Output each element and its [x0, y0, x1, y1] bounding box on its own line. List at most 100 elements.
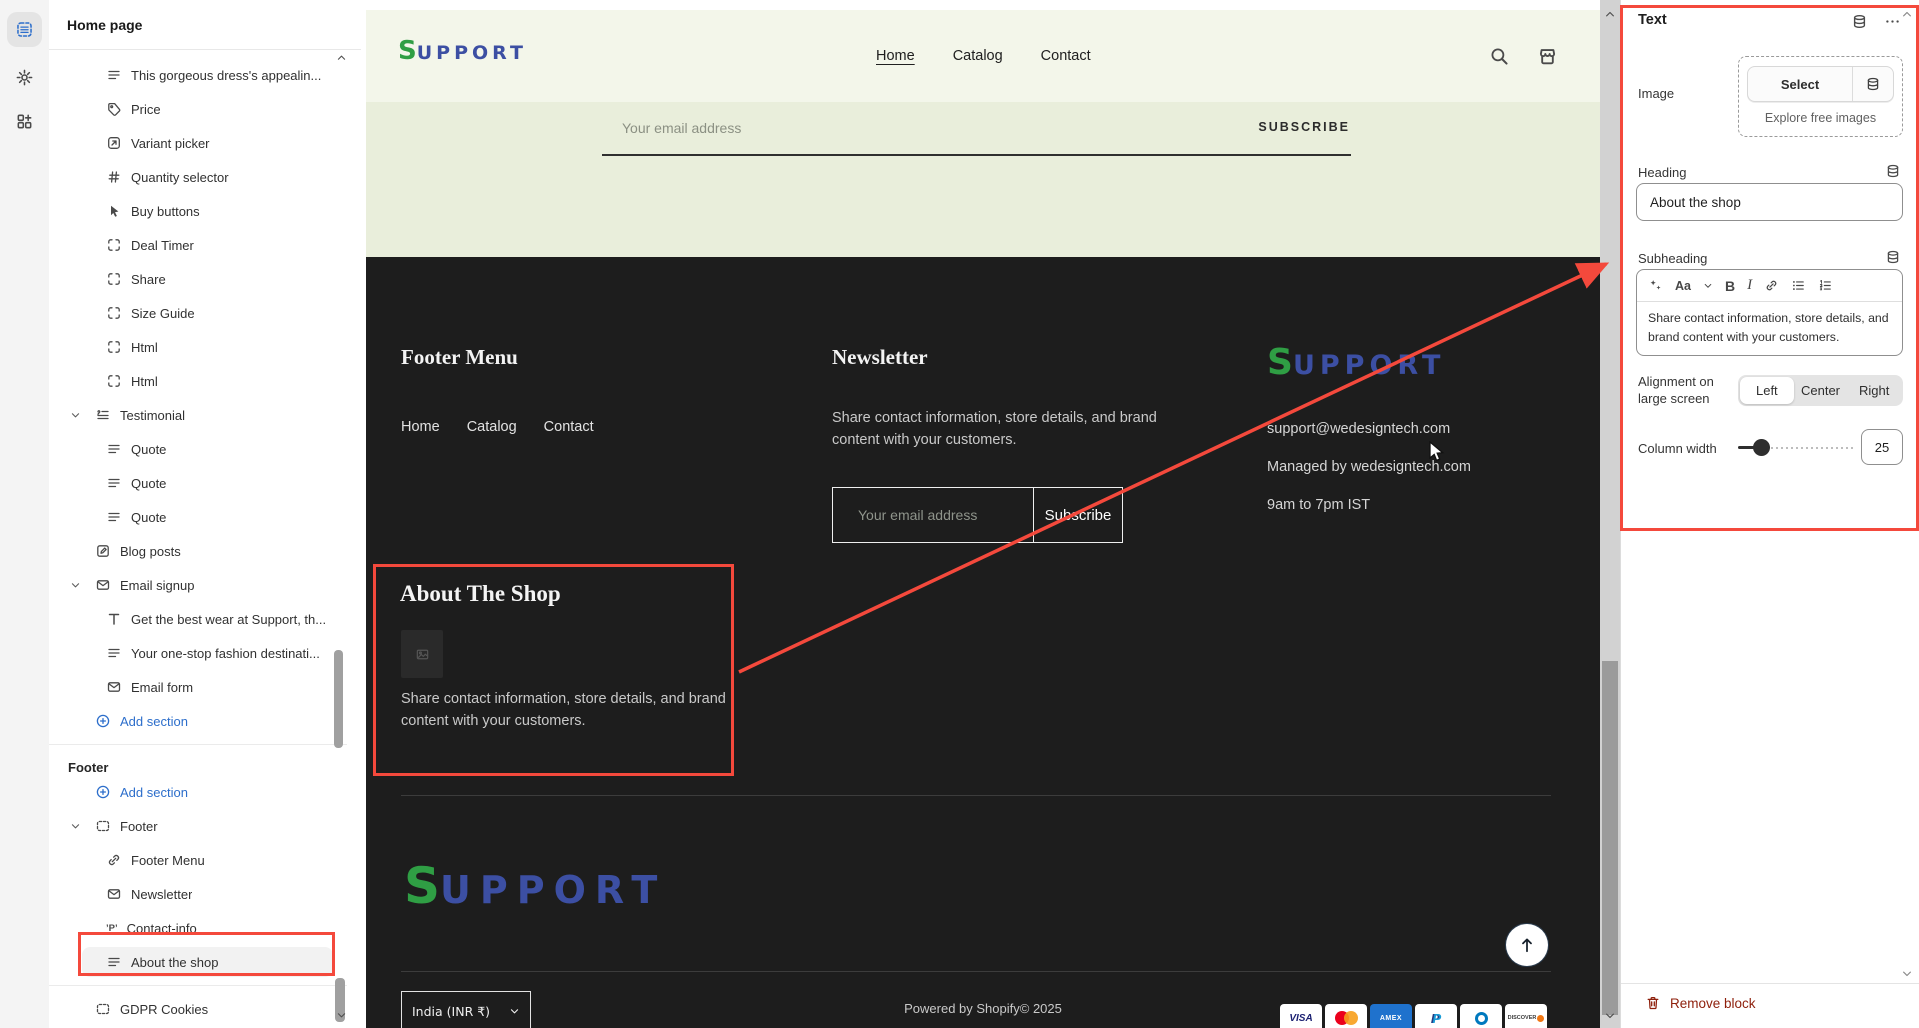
bold-button[interactable]: B: [1725, 278, 1735, 294]
magic-icon[interactable]: [1648, 278, 1663, 293]
image-select-button[interactable]: Select: [1747, 66, 1894, 102]
image-picker: Select Explore free images: [1738, 56, 1903, 137]
nav-link-home[interactable]: Home: [876, 48, 915, 64]
preview-scroll-down-icon[interactable]: [1604, 1010, 1616, 1022]
numbered-list-icon[interactable]: [1818, 278, 1833, 293]
sidebar-item-this-gorgeous-dress-s-appeal[interactable]: This gorgeous dress's appealin...: [49, 58, 347, 92]
search-icon[interactable]: [1488, 45, 1510, 67]
newsletter-bar: Your email address SUBSCRIBE: [366, 102, 1600, 257]
settings-icon[interactable]: [7, 60, 42, 95]
sidebar-divider: [49, 738, 347, 745]
sidebar-item-deal-timer[interactable]: Deal Timer: [49, 228, 347, 262]
sidebar-item-html[interactable]: Html: [49, 330, 347, 364]
sidebar-item-buy-buttons[interactable]: Buy buttons: [49, 194, 347, 228]
chevron-down-icon[interactable]: [70, 410, 81, 421]
sidebar-item-get-the-best-wear-at-support[interactable]: Get the best wear at Support, th...: [49, 602, 347, 636]
footer-newsletter-heading: Newsletter: [832, 345, 928, 370]
sidebar-item-blog-posts[interactable]: Blog posts: [49, 534, 347, 568]
nav-link-contact[interactable]: Contact: [1041, 48, 1091, 64]
sidebar-item-quote[interactable]: Quote: [49, 500, 347, 534]
sections-icon[interactable]: [7, 12, 42, 47]
sidebar-item-size-guide[interactable]: Size Guide: [49, 296, 347, 330]
footer-divider: [401, 795, 1551, 796]
sidebar-item-newsletter[interactable]: Newsletter: [49, 877, 347, 911]
link-icon[interactable]: [1764, 278, 1779, 293]
column-width-value[interactable]: 25: [1861, 429, 1903, 465]
chevron-down-icon[interactable]: [1703, 281, 1713, 291]
footer-link-catalog[interactable]: Catalog: [467, 419, 517, 435]
country-selector[interactable]: India (INR ₹): [401, 991, 531, 1028]
alignment-option-center[interactable]: Center: [1794, 377, 1848, 404]
column-width-slider[interactable]: [1738, 437, 1853, 457]
scroll-to-top-button[interactable]: [1506, 924, 1548, 966]
sidebar-scroll-down-icon[interactable]: [336, 1010, 347, 1021]
link-icon: [106, 852, 122, 868]
sidebar-item-contact-info[interactable]: ’P’Contact-info: [49, 911, 347, 945]
panel-scroll-up-icon[interactable]: [1901, 8, 1913, 20]
payment-paypal-icon: PP: [1415, 1004, 1457, 1028]
heading-input[interactable]: About the shop: [1636, 183, 1903, 221]
sidebar-item-email-signup[interactable]: Email signup: [49, 568, 347, 602]
sidebar-item-add-section[interactable]: Add section: [49, 775, 347, 809]
about-text: Share contact information, store details…: [401, 688, 746, 733]
shop-icon[interactable]: [1536, 45, 1559, 68]
italic-button[interactable]: I: [1747, 277, 1752, 294]
trash-icon: [1645, 995, 1661, 1011]
sidebar-item-footer-menu[interactable]: Footer Menu: [49, 843, 347, 877]
nav-link-catalog[interactable]: Catalog: [953, 48, 1003, 64]
chevron-down-icon[interactable]: [70, 580, 81, 591]
store-logo[interactable]: SUPPORT: [398, 36, 527, 66]
footer-subscribe-button[interactable]: Subscribe: [1033, 488, 1122, 542]
sidebar-item-add-section[interactable]: Add section: [49, 704, 347, 738]
sidebar-item-gdpr-cookies[interactable]: GDPR Cookies: [49, 992, 347, 1026]
apps-icon[interactable]: [7, 104, 42, 139]
more-options-icon[interactable]: [1884, 13, 1901, 30]
envelope-icon: [106, 886, 122, 902]
text-style-dropdown[interactable]: Aa: [1675, 279, 1691, 293]
subheading-input[interactable]: Share contact information, store details…: [1637, 302, 1904, 347]
sidebar-item-variant-picker[interactable]: Variant picker: [49, 126, 347, 160]
footer-contact-email[interactable]: support@wedesigntech.com: [1267, 421, 1450, 437]
sidebar-scrollbar-thumb[interactable]: [334, 650, 343, 748]
subheading-dynamic-source-icon[interactable]: [1885, 249, 1901, 265]
alignment-option-left[interactable]: Left: [1740, 377, 1794, 404]
email-input[interactable]: Your email address: [622, 120, 741, 136]
subheading-label: Subheading: [1638, 251, 1707, 266]
preview-scroll-up-icon[interactable]: [1604, 8, 1616, 20]
heading-dynamic-source-icon[interactable]: [1885, 163, 1901, 179]
sidebar-item-quantity-selector[interactable]: Quantity selector: [49, 160, 347, 194]
image-dynamic-source-icon[interactable]: [1852, 67, 1893, 101]
sidebar-item-label: Share: [131, 272, 166, 287]
slider-knob[interactable]: [1753, 439, 1770, 456]
panel-title: Text: [1638, 12, 1667, 28]
sidebar-item-quote[interactable]: Quote: [49, 432, 347, 466]
preview-scrollbar-thumb[interactable]: [1602, 661, 1618, 1015]
powered-by: Powered by Shopify© 2025: [666, 1001, 1300, 1016]
bullet-list-icon[interactable]: [1791, 278, 1806, 293]
footer-menu-heading: Footer Menu: [401, 345, 518, 370]
preview-scrollbar[interactable]: [1600, 0, 1620, 1028]
explore-free-images-link[interactable]: Explore free images: [1739, 111, 1902, 125]
footer-link-home[interactable]: Home: [401, 419, 440, 435]
panel-scroll-down-icon[interactable]: [1901, 968, 1913, 980]
subscribe-button[interactable]: SUBSCRIBE: [1258, 120, 1350, 134]
sidebar-item-email-form[interactable]: Email form: [49, 670, 347, 704]
dynamic-source-icon[interactable]: [1851, 13, 1868, 30]
sidebar-item-footer[interactable]: Footer: [49, 809, 347, 843]
sidebar-item-your-one-stop-fashion-destin[interactable]: Your one-stop fashion destinati...: [49, 636, 347, 670]
remove-block-button[interactable]: Remove block: [1645, 995, 1756, 1011]
alignment-option-right[interactable]: Right: [1847, 377, 1901, 404]
sidebar-item-quote[interactable]: Quote: [49, 466, 347, 500]
chevron-down-icon[interactable]: [70, 821, 81, 832]
sidebar-scroll-up-icon[interactable]: [336, 52, 347, 63]
footer-link-contact[interactable]: Contact: [544, 419, 594, 435]
sidebar-item-html[interactable]: Html: [49, 364, 347, 398]
sidebar-item-label: Newsletter: [131, 887, 192, 902]
sidebar-item-testimonial[interactable]: Testimonial: [49, 398, 347, 432]
sidebar-item-share[interactable]: Share: [49, 262, 347, 296]
plus-circle-icon: [95, 784, 111, 800]
sidebar-item-about-the-shop[interactable]: About the shop: [49, 945, 347, 979]
footer-email-input[interactable]: Your email address: [833, 488, 1033, 542]
sidebar-item-price[interactable]: Price: [49, 92, 347, 126]
hash-icon: [106, 169, 122, 185]
